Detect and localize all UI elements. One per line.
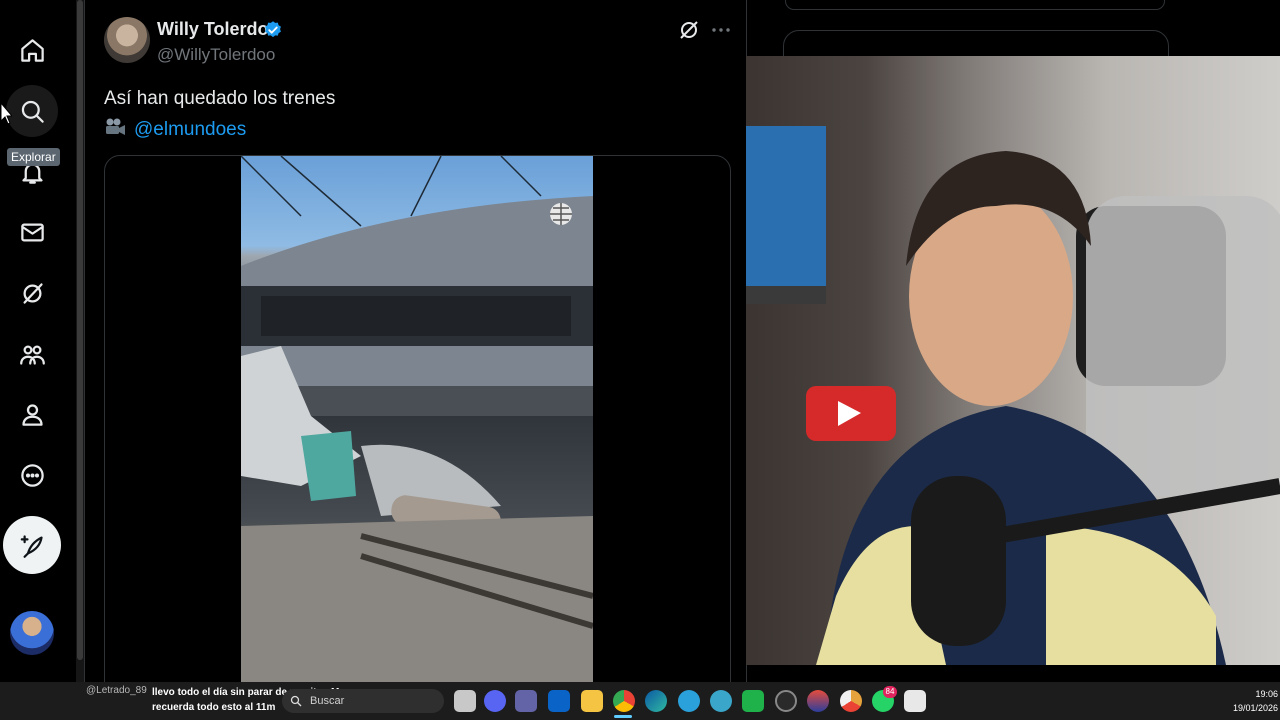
discord-icon[interactable] — [484, 690, 506, 712]
taskbar-search[interactable] — [282, 689, 444, 713]
mouse-cursor-icon — [0, 102, 12, 125]
clock-date[interactable]: 19/01/2026 — [1233, 703, 1278, 713]
chrome-icon[interactable] — [613, 690, 635, 712]
clock-time[interactable]: 19:06 — [1255, 689, 1278, 699]
video-frame — [241, 156, 593, 696]
tweet-media[interactable] — [104, 155, 731, 697]
stream-chat-username: @Letrado_89 — [86, 685, 147, 696]
derailed-train-video[interactable] — [241, 156, 593, 696]
nav-home[interactable] — [6, 24, 58, 76]
nav-profile[interactable] — [6, 388, 58, 440]
teams-icon[interactable] — [515, 690, 537, 712]
edge-icon[interactable] — [645, 690, 667, 712]
nav-grok[interactable] — [6, 267, 58, 319]
webcam-frame — [746, 126, 1280, 665]
mention-link[interactable]: @elmundoes — [134, 119, 246, 140]
tweet: Willy Tolerdo @WillyTolerdoo Así han que… — [85, 0, 747, 697]
home-icon — [20, 38, 44, 62]
nav-tooltip: Explorar — [7, 148, 60, 166]
obs-icon[interactable] — [775, 690, 797, 712]
nav-explore[interactable] — [6, 85, 58, 137]
more-icon — [20, 463, 44, 487]
profile-icon — [21, 403, 43, 426]
task-view-icon[interactable] — [454, 690, 476, 712]
nav-messages[interactable] — [6, 206, 58, 258]
communities-icon — [19, 345, 45, 365]
telegram-icon[interactable] — [678, 690, 700, 712]
snipping-tool-icon[interactable] — [904, 690, 926, 712]
author-handle[interactable]: @WillyTolerdoo — [157, 45, 275, 65]
video-camera-emoji-icon — [106, 118, 125, 135]
compose-icon — [20, 534, 43, 558]
outlook-icon[interactable] — [548, 690, 570, 712]
taskbar-search-label[interactable]: Buscar — [310, 695, 344, 707]
active-app-indicator — [614, 715, 632, 718]
grok-explain-icon[interactable] — [677, 18, 701, 42]
search-icon — [290, 695, 302, 707]
nav-more[interactable] — [6, 449, 58, 501]
author-name[interactable]: Willy Tolerdo — [157, 19, 269, 40]
chrome-canary-icon[interactable] — [840, 690, 862, 712]
streamer-webcam — [746, 56, 1280, 665]
account-avatar[interactable] — [10, 611, 54, 655]
messages-icon — [20, 223, 44, 241]
sidebar-nav: Explorar — [0, 0, 72, 682]
compose-button[interactable] — [3, 516, 61, 574]
more-options-icon[interactable] — [709, 18, 733, 42]
tweet-credit-line: @elmundoes — [104, 117, 246, 141]
grok-icon — [23, 282, 43, 304]
sidebar-card — [785, 0, 1165, 10]
camtasia-icon[interactable] — [742, 690, 764, 712]
verified-badge-icon — [265, 21, 281, 38]
column-divider — [84, 0, 85, 682]
whatsapp-unread-badge: 84 — [883, 686, 897, 698]
tweet-text: Así han quedado los trenes — [104, 88, 336, 109]
app-icon[interactable] — [807, 690, 829, 712]
nav-communities[interactable] — [6, 328, 58, 380]
author-avatar[interactable] — [104, 17, 150, 63]
browser-icon[interactable] — [710, 690, 732, 712]
file-explorer-icon[interactable] — [581, 690, 603, 712]
scrollbar-thumb[interactable] — [77, 0, 83, 660]
search-icon — [21, 100, 44, 123]
